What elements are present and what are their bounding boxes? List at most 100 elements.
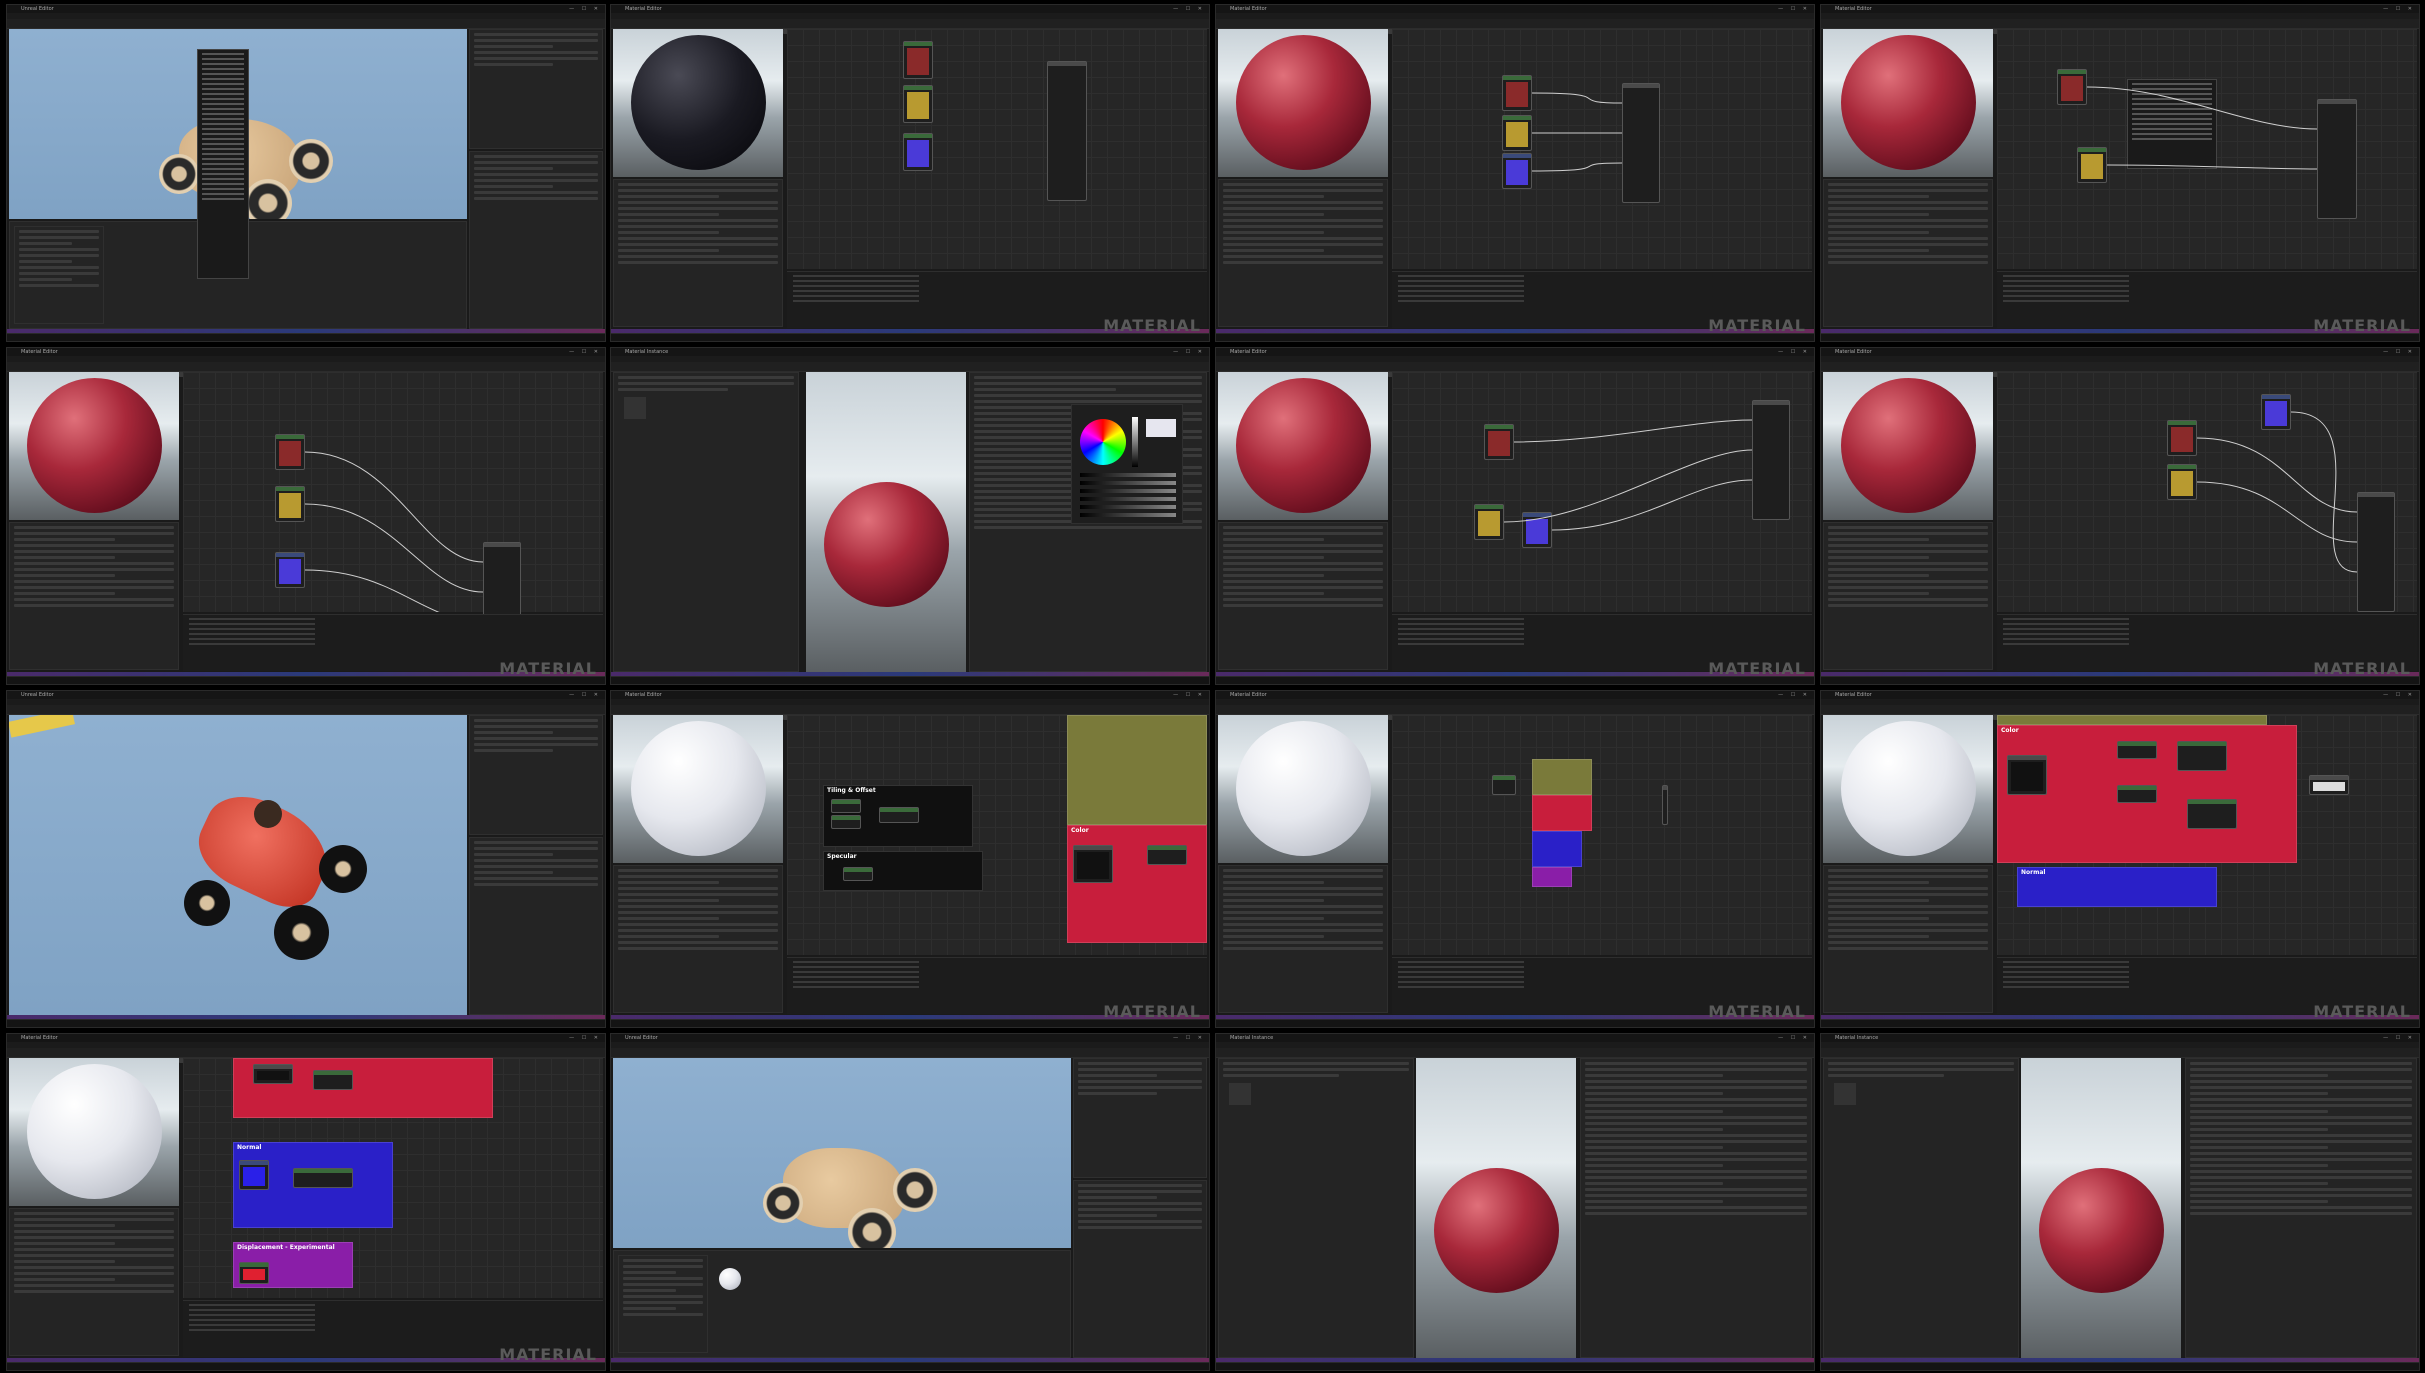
property-row[interactable]	[618, 893, 778, 896]
roughness-texture-node[interactable]	[1474, 504, 1504, 540]
multiply-node[interactable]	[879, 807, 919, 823]
brightness-slider[interactable]	[1132, 417, 1138, 467]
property-row[interactable]	[19, 284, 99, 287]
roughness-texture-node[interactable]	[2167, 464, 2197, 500]
property-row[interactable]	[1828, 580, 1988, 583]
property-row[interactable]	[618, 911, 778, 914]
property-row[interactable]	[1223, 526, 1383, 529]
color-parameter-node[interactable]	[2117, 741, 2157, 759]
window-controls[interactable]: — ☐ ✕	[2383, 6, 2415, 12]
wire[interactable]	[2196, 437, 2358, 513]
property-row[interactable]	[974, 376, 1202, 379]
property-row[interactable]	[14, 532, 174, 535]
property-row[interactable]	[474, 63, 554, 66]
normal-texture-node[interactable]	[1522, 512, 1552, 548]
comment-tooltip[interactable]	[2309, 775, 2349, 795]
property-row[interactable]	[618, 869, 778, 872]
property-row[interactable]	[14, 556, 115, 559]
property-row[interactable]	[1828, 869, 1988, 872]
property-row[interactable]	[1828, 219, 1988, 222]
property-row[interactable]	[1585, 1164, 1723, 1167]
base-color-texture-node[interactable]	[1502, 75, 1532, 111]
context-menu-item[interactable]	[202, 73, 244, 75]
property-row[interactable]	[1223, 893, 1383, 896]
normal-texture-node[interactable]	[1502, 153, 1532, 189]
context-menu-item[interactable]	[202, 58, 244, 60]
material-graph[interactable]	[1392, 372, 1812, 612]
asset-thumbnail[interactable]	[719, 1268, 741, 1290]
material-output-node[interactable]	[1047, 61, 1087, 201]
property-row[interactable]	[1078, 1208, 1202, 1211]
property-row[interactable]	[2190, 1086, 2412, 1089]
property-row[interactable]	[2190, 1194, 2412, 1197]
property-row[interactable]	[618, 376, 794, 379]
property-row[interactable]	[1078, 1196, 1158, 1199]
olive-comment-group[interactable]	[1067, 715, 1207, 825]
property-row[interactable]	[474, 179, 598, 182]
base-color-texture-node[interactable]	[2167, 420, 2197, 456]
property-row[interactable]	[1223, 592, 1324, 595]
material-output-node[interactable]	[2357, 492, 2395, 612]
property-row[interactable]	[474, 57, 598, 60]
material-preview-viewport[interactable]	[1218, 29, 1388, 177]
property-row[interactable]	[1828, 195, 1929, 198]
property-row[interactable]	[2190, 1176, 2412, 1179]
property-row[interactable]	[19, 254, 99, 257]
material-preview-viewport[interactable]	[9, 372, 179, 520]
property-row[interactable]	[623, 1259, 703, 1262]
property-row[interactable]	[1828, 231, 1929, 234]
context-menu-item[interactable]	[202, 178, 244, 180]
property-row[interactable]	[474, 185, 554, 188]
property-row[interactable]	[14, 1272, 174, 1275]
property-row[interactable]	[14, 1266, 174, 1269]
property-row[interactable]	[1223, 598, 1383, 601]
normal-strength-node[interactable]	[293, 1168, 353, 1188]
material-graph[interactable]	[1997, 372, 2417, 612]
property-row[interactable]	[14, 1242, 115, 1245]
material-preview-viewport[interactable]	[1823, 372, 1993, 520]
property-row[interactable]	[1223, 1074, 1340, 1077]
property-row[interactable]	[623, 1295, 703, 1298]
property-row[interactable]	[618, 237, 778, 240]
context-menu-item[interactable]	[2132, 103, 2212, 105]
property-row[interactable]	[1828, 243, 1988, 246]
wire[interactable]	[1531, 92, 1623, 104]
window-controls[interactable]: — ☐ ✕	[1173, 6, 1205, 12]
property-row[interactable]	[2190, 1092, 2328, 1095]
property-row[interactable]	[1585, 1200, 1723, 1203]
instance-preview-viewport[interactable]	[806, 372, 966, 672]
property-row[interactable]	[19, 260, 72, 263]
property-row[interactable]	[14, 586, 174, 589]
property-row[interactable]	[1828, 893, 1988, 896]
property-row[interactable]	[1828, 568, 1988, 571]
wire[interactable]	[2290, 411, 2358, 573]
material-preview-viewport[interactable]	[1218, 715, 1388, 863]
property-row[interactable]	[1828, 911, 1988, 914]
property-row[interactable]	[2190, 1164, 2328, 1167]
property-row[interactable]	[474, 859, 598, 862]
context-menu-item[interactable]	[2132, 133, 2212, 135]
property-row[interactable]	[1828, 556, 1929, 559]
property-row[interactable]	[1223, 923, 1383, 926]
property-row[interactable]	[1585, 1134, 1807, 1137]
property-row[interactable]	[1585, 1146, 1723, 1149]
property-row[interactable]	[1223, 538, 1324, 541]
property-row[interactable]	[1585, 1170, 1807, 1173]
property-row[interactable]	[2190, 1116, 2412, 1119]
property-row[interactable]	[1223, 550, 1383, 553]
context-menu-item[interactable]	[202, 68, 244, 70]
property-row[interactable]	[2190, 1104, 2412, 1107]
property-row[interactable]	[14, 1278, 115, 1281]
property-row[interactable]	[1223, 899, 1324, 902]
property-row[interactable]	[474, 877, 598, 880]
property-row[interactable]	[1223, 255, 1383, 258]
property-row[interactable]	[618, 881, 719, 884]
property-row[interactable]	[474, 865, 598, 868]
property-row[interactable]	[474, 749, 554, 752]
property-row[interactable]	[474, 51, 598, 54]
wire[interactable]	[304, 503, 484, 593]
property-row[interactable]	[1828, 947, 1988, 950]
property-row[interactable]	[2190, 1200, 2328, 1203]
roughness-texture-node[interactable]	[1502, 115, 1532, 151]
property-row[interactable]	[1828, 905, 1988, 908]
